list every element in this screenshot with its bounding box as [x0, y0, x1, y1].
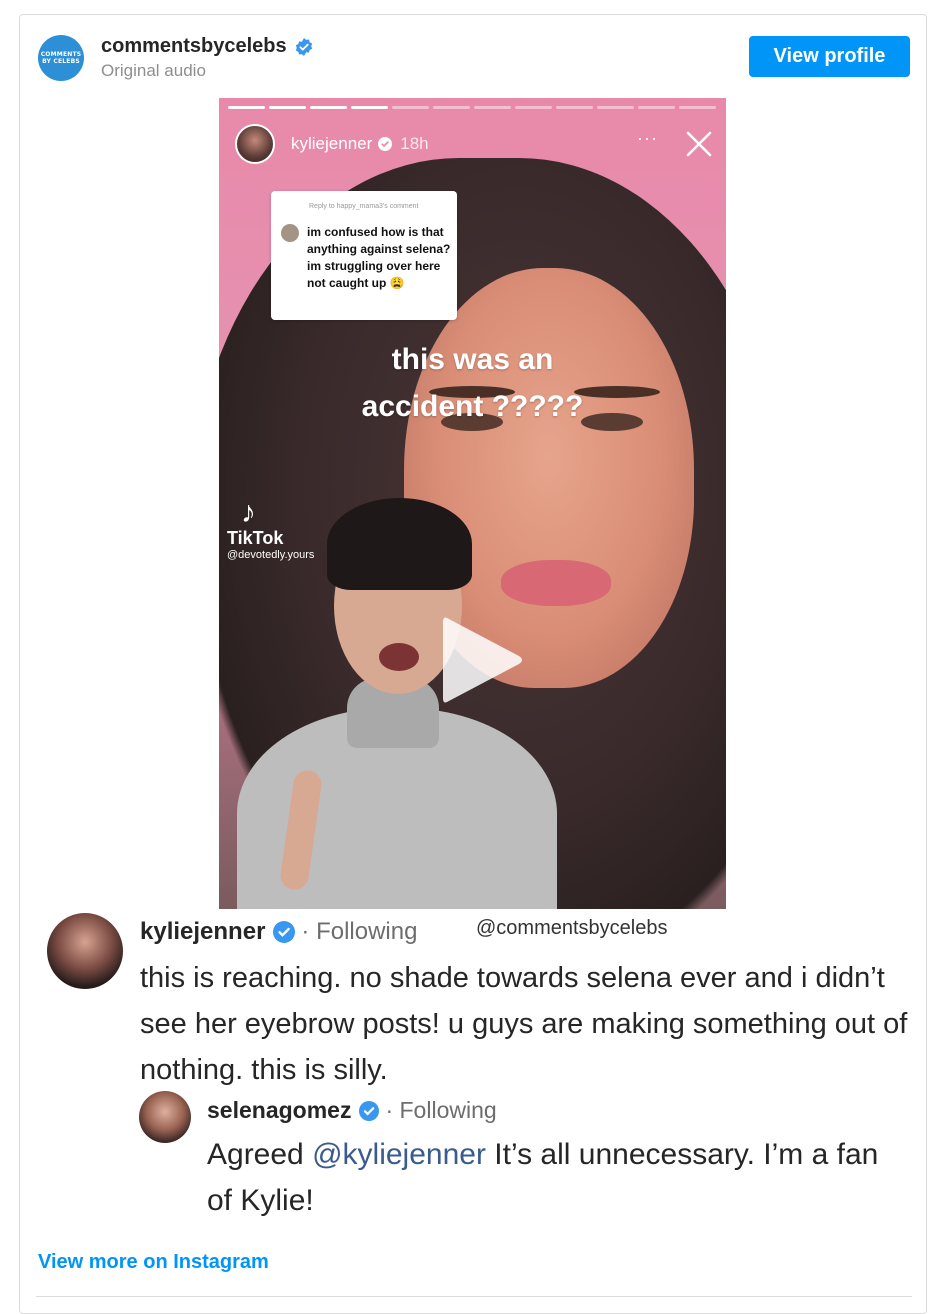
tiktok-name: TikTok: [227, 528, 284, 548]
reply-following-label: · Following: [385, 1097, 497, 1123]
instagram-embed-card: COMMENTS BY CELEBS commentsbycelebs Orig…: [19, 14, 927, 1314]
verified-badge-icon: [295, 37, 312, 56]
more-options-icon: ···: [637, 128, 658, 148]
story-verified-icon: [378, 137, 393, 151]
creator-hair-shape: [327, 498, 472, 590]
reply-text-before: Agreed: [207, 1138, 313, 1171]
story-header: kyliejenner 18h: [235, 124, 429, 164]
commenter-avatar-selenagomez: [139, 1091, 191, 1143]
tiktok-handle: @devotedly.yours: [227, 549, 315, 561]
caption-line-2: accident ?????: [361, 390, 584, 423]
account-avatar[interactable]: COMMENTS BY CELEBS: [38, 35, 84, 81]
story-username-row: kyliejenner 18h: [291, 134, 429, 154]
play-icon[interactable]: [429, 610, 529, 710]
story-time: 18h: [400, 134, 429, 153]
story-username: kyliejenner: [291, 134, 373, 153]
reply-meta: Reply to happy_mama3's comment: [309, 203, 419, 210]
close-icon: [686, 131, 712, 157]
creator-mouth-shape: [379, 643, 419, 671]
divider: [36, 1296, 912, 1297]
account-name[interactable]: commentsbycelebs: [101, 35, 287, 58]
reply-header: selenagomez · Following: [207, 1097, 497, 1124]
reply-avatar: [281, 224, 299, 242]
tiktok-logo-icon: ♪: [241, 496, 256, 529]
following-label: · Following: [301, 918, 418, 945]
source-watermark: @commentsbycelebs: [476, 917, 668, 939]
reply-text: im confused how is that anything against…: [307, 225, 451, 290]
commenter-avatar-kyliejenner: [47, 913, 123, 989]
story-progress-bar: [228, 106, 716, 109]
caption-line-1: this was an: [391, 343, 554, 376]
reply-sticker: Reply to happy_mama3's comment im confus…: [271, 191, 457, 320]
audio-label[interactable]: Original audio: [101, 61, 206, 81]
comment-text: this is reaching. no shade towards selen…: [140, 962, 908, 1086]
lips-shape: [501, 560, 611, 606]
avatar-text-line2: BY CELEBS: [42, 58, 80, 65]
account-name-row: commentsbycelebs: [101, 35, 313, 58]
tiktok-watermark: ♪ TikTok @devotedly.yours: [227, 496, 315, 562]
view-more-link[interactable]: View more on Instagram: [38, 1251, 269, 1274]
story-avatar: [235, 124, 275, 164]
comment-header: kyliejenner · Following: [140, 918, 417, 946]
avatar-text-line1: COMMENTS: [40, 51, 82, 58]
reply-mention: @kyliejenner: [312, 1138, 486, 1171]
reply-verified-icon: [359, 1100, 380, 1121]
reply-comment-text: Agreed @kyliejenner It’s all unnecessary…: [207, 1132, 907, 1224]
view-profile-button[interactable]: View profile: [749, 36, 910, 77]
comment-verified-icon: [273, 921, 296, 943]
embed-header: COMMENTS BY CELEBS commentsbycelebs Orig…: [20, 15, 926, 97]
story-screenshot[interactable]: kyliejenner 18h ··· Reply to happy_mama3…: [219, 98, 726, 909]
comment-username: kyliejenner: [140, 918, 266, 945]
reply-username: selenagomez: [207, 1097, 352, 1123]
